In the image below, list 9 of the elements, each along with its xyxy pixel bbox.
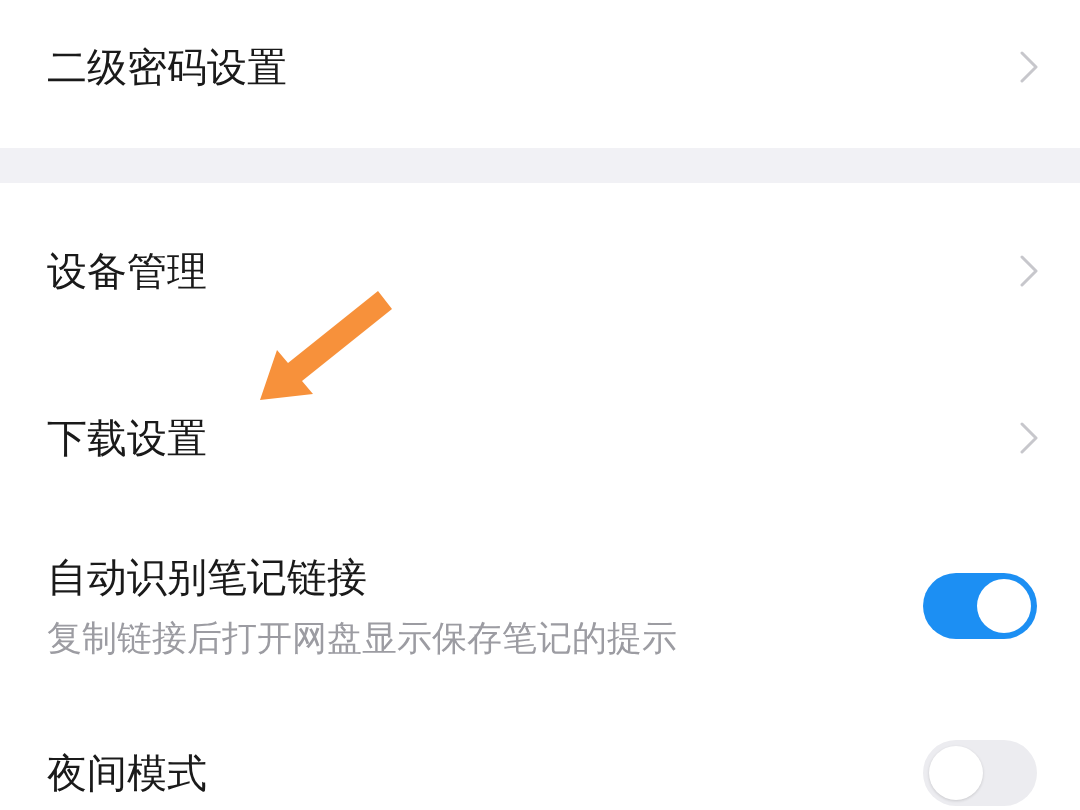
setting-description: 复制链接后打开网盘显示保存笔记的提示 — [47, 618, 677, 658]
setting-label[interactable]: 二级密码设置 — [47, 44, 287, 90]
chevron-right-icon — [1020, 254, 1038, 287]
chevron-right-icon — [1020, 421, 1038, 454]
chevron-right-icon — [1020, 51, 1038, 83]
setting-label[interactable]: 设备管理 — [47, 247, 207, 294]
setting-label: 夜间模式 — [47, 750, 207, 796]
setting-label: 自动识别笔记链接 — [47, 554, 367, 600]
setting-label[interactable]: 下载设置 — [47, 414, 207, 461]
